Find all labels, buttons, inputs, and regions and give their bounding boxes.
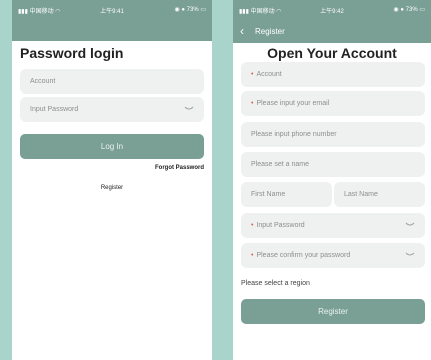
last-name-placeholder: Last Name [344, 191, 378, 198]
account-input[interactable]: • Account [241, 62, 425, 87]
required-marker: • [251, 71, 254, 78]
required-marker: • [251, 100, 254, 107]
page-title: Password login [20, 45, 124, 61]
password-placeholder: Input Password [30, 106, 79, 113]
back-arrow-icon[interactable]: ‹ [240, 24, 244, 38]
forgot-password-link[interactable]: Forgot Password [155, 165, 204, 171]
password-input[interactable]: Input Password [20, 97, 204, 122]
email-placeholder: Please input your email [256, 100, 330, 107]
hidden-eye-icon[interactable] [405, 222, 415, 227]
account-input[interactable]: Account [20, 69, 204, 94]
nav-title: Register [255, 27, 285, 36]
nav-bar [12, 21, 212, 41]
hidden-eye-icon[interactable] [405, 252, 415, 257]
page-title: Open Your Account [267, 45, 397, 61]
last-name-input[interactable]: Last Name [334, 182, 425, 207]
status-bar: ▮▮▮ 中国移动 ◠ 上午9:42 ◉ ● 73% ▭ [233, 0, 431, 21]
register-link[interactable]: Register [12, 185, 212, 191]
required-marker: • [251, 222, 254, 229]
confirm-password-input[interactable]: • Please confirm your password [241, 243, 425, 268]
password-placeholder: Input Password [256, 222, 305, 229]
battery-indicator: ◉ ● 73% ▭ [174, 7, 206, 13]
nav-bar: ‹ Register [233, 21, 431, 43]
password-input[interactable]: • Input Password [241, 213, 425, 238]
region-selector[interactable]: Please select a region [241, 280, 310, 287]
register-screen: ▮▮▮ 中国移动 ◠ 上午9:42 ◉ ● 73% ▭ ‹ Register O… [233, 0, 431, 360]
first-name-placeholder: First Name [251, 191, 286, 198]
first-name-input[interactable]: First Name [241, 182, 332, 207]
status-bar: ▮▮▮ 中国移动 ◠ 上午9:41 ◉ ● 73% ▭ [12, 0, 212, 21]
battery-indicator: ◉ ● 73% ▭ [393, 7, 425, 13]
phone-input[interactable]: Please input phone number [241, 122, 425, 147]
confirm-password-placeholder: Please confirm your password [256, 252, 351, 259]
name-input[interactable]: Please set a name [241, 152, 425, 177]
name-placeholder: Please set a name [251, 161, 309, 168]
required-marker: • [251, 252, 254, 259]
account-placeholder: Account [256, 71, 282, 78]
register-button[interactable]: Register [241, 299, 425, 324]
login-button[interactable]: Log In [20, 134, 204, 159]
login-screen: ▮▮▮ 中国移动 ◠ 上午9:41 ◉ ● 73% ▭ Password log… [12, 0, 212, 360]
phone-placeholder: Please input phone number [251, 131, 337, 138]
hidden-eye-icon[interactable] [184, 106, 194, 111]
email-input[interactable]: • Please input your email [241, 91, 425, 116]
account-placeholder: Account [30, 78, 56, 85]
